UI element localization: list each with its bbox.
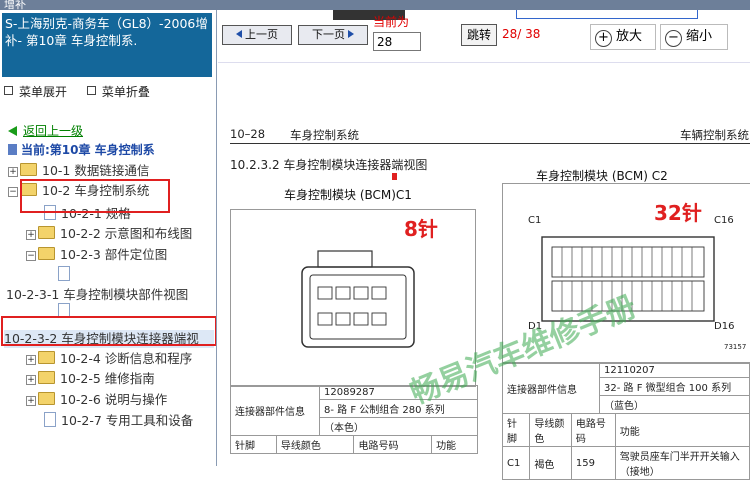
expand-icon[interactable]: +: [26, 375, 36, 385]
c2-figure-number: 73157: [724, 343, 747, 351]
col-header: 针脚: [501, 413, 531, 447]
tree-item-10-1[interactable]: +10-1 数据链接通信: [8, 162, 149, 180]
cell-circuit: 159: [570, 446, 616, 480]
folder-icon: [38, 226, 55, 239]
spec-value: （本色）: [319, 417, 478, 436]
c1-pin-count-note: 8针: [404, 217, 438, 241]
tree-item-10-2-7[interactable]: 10-2-7 专用工具和设备: [44, 412, 193, 430]
back-link[interactable]: 返回上一级: [8, 122, 83, 139]
table-row: C1 褐色 159 驾驶员座车门半开开关输入（接地）: [501, 446, 750, 480]
toolbar: 上一页 下一页 当前为 28 跳转 28/ 38 + 放大 − 缩小: [218, 10, 750, 62]
square-icon: [86, 86, 96, 95]
cell-pin: C1: [501, 446, 531, 480]
folder-icon: [38, 392, 55, 405]
col-header: 导线颜色: [529, 413, 572, 447]
sidebar: S-上海别克-商务车（GL8）-2006增补- 第10章 车身控制系. 菜单展开…: [0, 10, 217, 466]
content-pane: 上一页 下一页 当前为 28 跳转 28/ 38 + 放大 − 缩小 10–28 车…: [218, 10, 750, 480]
window-title-text: 增补: [4, 0, 26, 10]
search-bar-fragment: [516, 10, 698, 19]
c1-connector-drawing: [301, 250, 415, 348]
expand-all-button[interactable]: 菜单展开: [4, 85, 75, 99]
col-header: 电路号码: [353, 435, 433, 454]
table-header-row: 针脚 导线颜色 电路号码 功能: [230, 435, 478, 454]
expand-icon[interactable]: +: [8, 167, 18, 177]
page-number: 10–28: [230, 127, 266, 141]
book-icon: [8, 144, 17, 155]
minus-icon: −: [665, 30, 682, 47]
red-marker: [392, 173, 397, 180]
current-location: 当前:第10章 车身控制系: [8, 141, 155, 158]
col-header: 导线颜色: [275, 435, 355, 454]
spec-value: 12110207: [599, 363, 750, 378]
col-header: 电路号码: [570, 413, 616, 447]
folder-icon: [20, 163, 37, 176]
c1-title: 车身控制模块 (BCM)C1: [284, 188, 412, 202]
c2-pin-c1: C1: [528, 215, 542, 226]
c2-pin-c16: C16: [714, 215, 734, 226]
expand-icon[interactable]: +: [26, 355, 36, 365]
folder-open-icon: [38, 247, 55, 260]
next-page-button[interactable]: 下一页: [298, 25, 368, 45]
expand-icon[interactable]: +: [26, 396, 36, 406]
c2-pin-count-note: 32针: [654, 201, 702, 225]
collapse-icon[interactable]: −: [26, 251, 36, 261]
header-rule: [230, 143, 750, 144]
section-header: 车辆控制系统: [680, 128, 749, 142]
square-icon: [4, 86, 13, 95]
col-header: 针脚: [230, 435, 277, 454]
highlight-box-10-2-3-2: [1, 316, 216, 346]
spec-value: 8- 路 F 公制组合 280 系列: [319, 399, 478, 418]
cell-color: 褐色: [529, 446, 572, 480]
tree-item-10-2-5[interactable]: +10-2-5 维修指南: [26, 370, 155, 388]
zoom-in-button[interactable]: + 放大: [590, 24, 656, 50]
c2-pin-table: 针脚 导线颜色 电路号码 功能 C1 褐色 159 驾驶员座车门半开开关输入（接…: [501, 413, 750, 480]
cell-function: 驾驶员座车门半开开关输入（接地）: [614, 446, 750, 480]
c2-title: 车身控制模块 (BCM) C2: [536, 169, 668, 183]
chapter-header: 车身控制系统: [290, 128, 359, 142]
spec-label: 连接器部件信息: [230, 385, 320, 436]
sidebar-title: S-上海别克-商务车（GL8）-2006增补- 第10章 车身控制系.: [2, 13, 212, 77]
document-icon: [58, 266, 70, 281]
table-row: 连接器部件信息 12110207: [502, 363, 750, 414]
tree-item-10-2-6[interactable]: +10-2-6 说明与操作: [26, 391, 167, 409]
triangle-left-icon: [236, 30, 242, 38]
menu-ops: 菜单展开 菜单折叠: [4, 83, 166, 100]
document-icon: [44, 412, 56, 427]
back-arrow-icon: [8, 126, 17, 136]
document-page: 10–28 车身控制系统 车辆控制系统 10.2.3.2 车身控制模块连接器端视…: [218, 62, 750, 480]
c2-spec-table: 连接器部件信息 12110207 32- 路 F 微型组合 100 系列 （蓝色…: [502, 363, 750, 414]
expand-icon[interactable]: +: [26, 230, 36, 240]
zoom-out-button[interactable]: − 缩小: [660, 24, 728, 50]
col-header: 功能: [431, 435, 478, 454]
page-count: 28/ 38: [502, 27, 541, 41]
folder-icon: [38, 371, 55, 384]
table-header-row: 针脚 导线颜色 电路号码 功能: [501, 413, 750, 447]
collapse-all-button[interactable]: 菜单折叠: [86, 85, 158, 99]
current-page-label: 当前为: [373, 15, 410, 29]
page-number-input[interactable]: 28: [373, 32, 421, 51]
tree-item-blank[interactable]: [58, 266, 75, 284]
window-title-strip: 增补: [0, 0, 750, 10]
highlight-box-10-2: [20, 179, 170, 213]
folder-icon: [38, 351, 55, 364]
spec-value: （蓝色）: [599, 395, 750, 414]
tree-item-10-2-4[interactable]: +10-2-4 诊断信息和程序: [26, 350, 192, 368]
tree-item-10-2-3[interactable]: −10-2-3 部件定位图: [26, 246, 167, 264]
plus-icon: +: [595, 30, 612, 47]
collapse-icon[interactable]: −: [8, 187, 18, 197]
tree-item-10-2-3-1[interactable]: 10-2-3-1 车身控制模块部件视图: [6, 286, 188, 304]
c1-pin-table: 针脚 导线颜色 电路号码 功能: [230, 435, 478, 454]
spec-value: 32- 路 F 微型组合 100 系列: [599, 377, 750, 396]
triangle-right-icon: [348, 30, 354, 38]
go-button[interactable]: 跳转: [461, 24, 497, 46]
tree-item-10-2-2[interactable]: +10-2-2 示意图和布线图: [26, 225, 192, 243]
section-title: 10.2.3.2 车身控制模块连接器端视图: [230, 158, 428, 172]
col-header: 功能: [614, 413, 750, 447]
prev-page-button[interactable]: 上一页: [222, 25, 292, 45]
